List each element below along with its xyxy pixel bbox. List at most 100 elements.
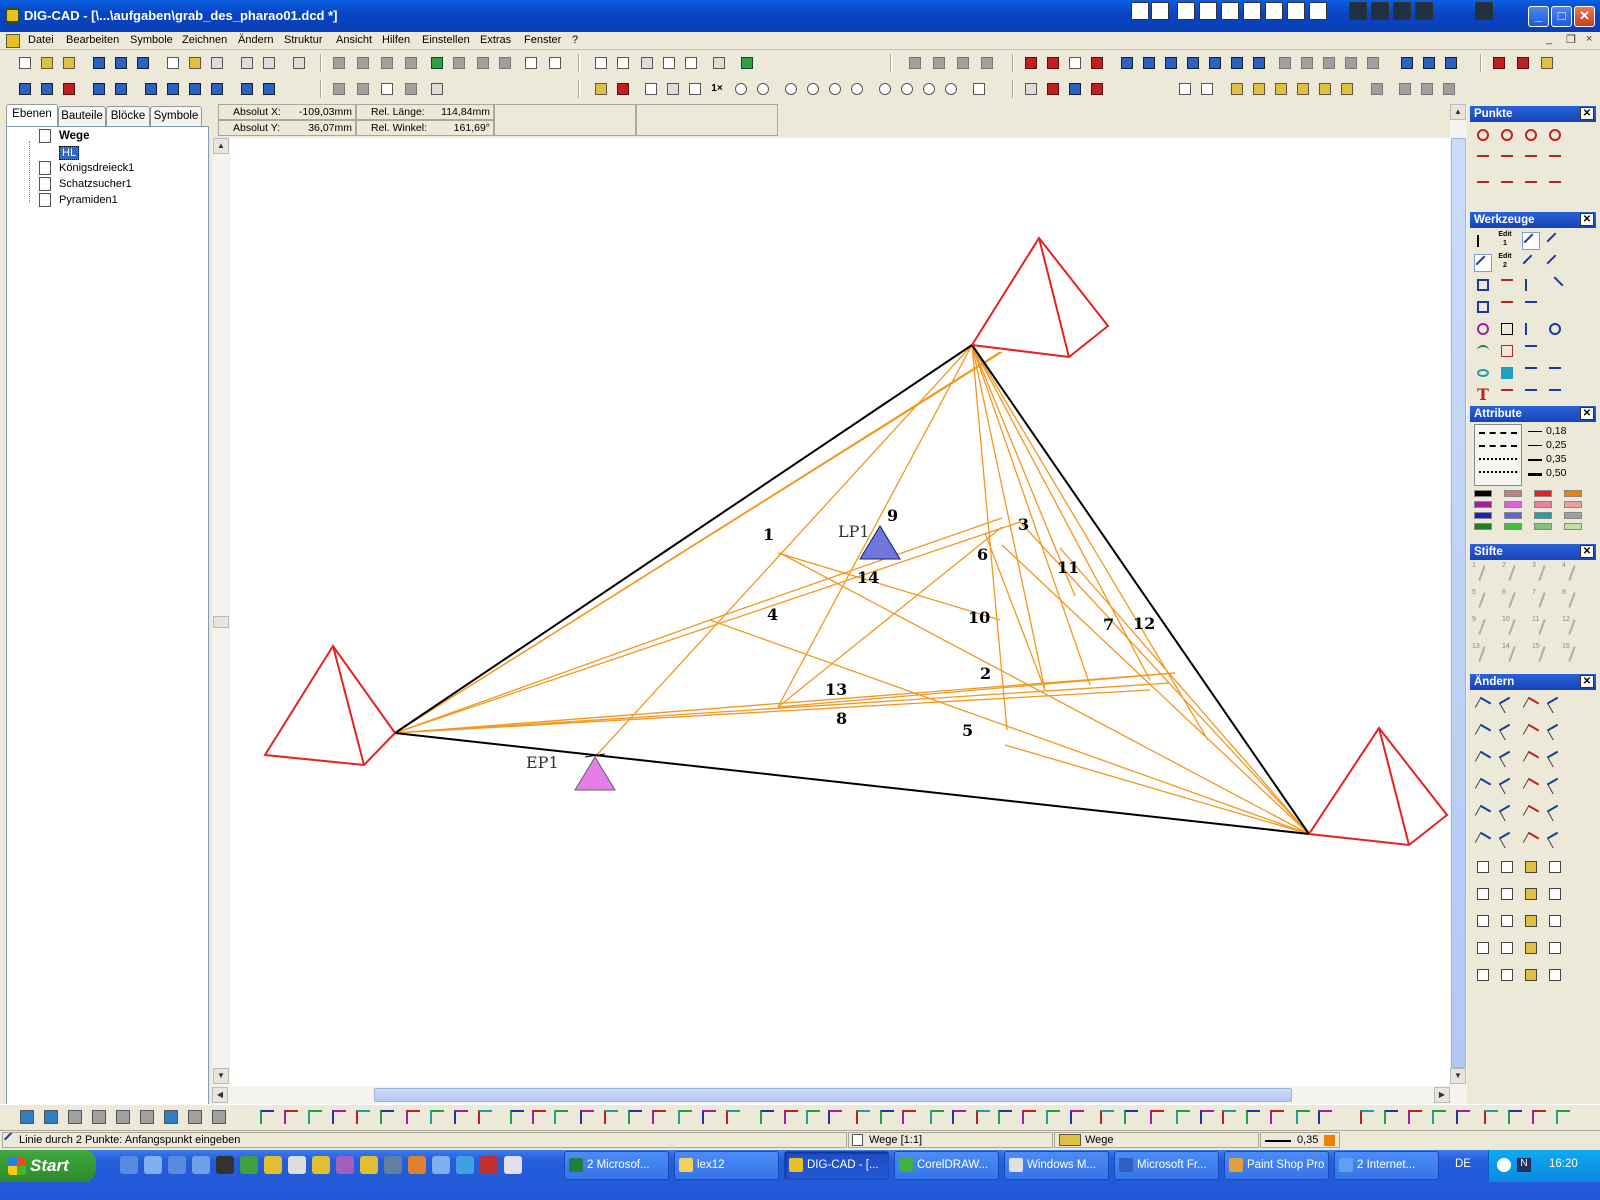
task-paint-shop-pro[interactable]: Paint Shop Pro — [1224, 1151, 1329, 1180]
tray-icon[interactable] — [1497, 1158, 1511, 1172]
cut-button[interactable] — [330, 54, 348, 72]
drawing-tool-icon[interactable] — [332, 1110, 346, 1124]
drawing-tool-icon[interactable] — [284, 1110, 298, 1124]
hatch-icon[interactable] — [930, 54, 948, 72]
drawing-tool-icon[interactable] — [976, 1110, 990, 1124]
layer-up-icon[interactable] — [16, 80, 34, 98]
arc-icon[interactable] — [1474, 342, 1492, 360]
zoom-window-icon[interactable] — [664, 80, 682, 98]
modify-tool-icon[interactable] — [1522, 885, 1540, 903]
cube-icon[interactable] — [1228, 80, 1246, 98]
crosshair-icon[interactable] — [592, 54, 610, 72]
clock[interactable]: 16:20 — [1549, 1158, 1578, 1170]
print-button[interactable] — [238, 54, 256, 72]
polyline-icon[interactable] — [1474, 276, 1492, 294]
zoom-4-icon[interactable] — [848, 80, 866, 98]
modify-tool-icon[interactable] — [1546, 858, 1564, 876]
task-frontpage[interactable]: Microsoft Fr... — [1114, 1151, 1219, 1180]
window-icon[interactable] — [1398, 54, 1416, 72]
pen-slot[interactable]: 16 — [1562, 643, 1588, 665]
minimize-button[interactable]: _ — [1528, 6, 1549, 27]
quicklaunch-icon[interactable] — [336, 1156, 354, 1174]
tab-symbole[interactable]: Symbole — [150, 106, 202, 126]
modify-tool-icon[interactable] — [1498, 966, 1516, 984]
save-all-button[interactable] — [134, 54, 152, 72]
ep1-marker[interactable]: EP1 — [526, 753, 616, 791]
mdi-restore-button[interactable]: ❐ — [1566, 33, 1576, 46]
dimension-tool-icon[interactable] — [1498, 342, 1516, 360]
grid-point-icon[interactable] — [1546, 152, 1564, 170]
quicklaunch-icon[interactable] — [408, 1156, 426, 1174]
circle-icon[interactable] — [1474, 320, 1492, 338]
3d-icon[interactable] — [1088, 54, 1106, 72]
endpoint-icon[interactable] — [1498, 152, 1516, 170]
tangent-icon[interactable] — [1522, 178, 1540, 196]
start-button[interactable]: Start — [0, 1150, 96, 1182]
hatch-icon[interactable] — [978, 54, 996, 72]
color-icon[interactable] — [1088, 80, 1106, 98]
pen-width-0-50[interactable]: 0,50 — [1546, 467, 1566, 479]
color-swatch[interactable] — [1534, 501, 1552, 508]
color-swatch[interactable] — [1504, 501, 1522, 508]
drawing-canvas[interactable]: LP1 EP1 1 2 3 4 5 6 7 8 9 10 11 12 13 14 — [230, 138, 1450, 1086]
close-icon[interactable]: ✕ — [1580, 545, 1594, 558]
color-swatch[interactable] — [1504, 512, 1522, 519]
properties-icon[interactable] — [1022, 80, 1040, 98]
color-swatch[interactable] — [1564, 490, 1582, 497]
drawing-tool-icon[interactable] — [998, 1110, 1012, 1124]
pen-width-list[interactable]: 0,18 0,25 0,35 0,50 — [1524, 424, 1594, 486]
help-icon[interactable] — [1490, 54, 1508, 72]
dimension-icon[interactable] — [1368, 80, 1386, 98]
status-layer[interactable]: Wege [1:1] — [848, 1132, 1053, 1148]
tree-item-hl[interactable]: HL — [59, 146, 80, 160]
layout-icon[interactable] — [1131, 2, 1149, 20]
zoom-1-icon[interactable] — [782, 80, 800, 98]
modify-tool-icon[interactable] — [1498, 696, 1516, 714]
modify-tool-icon[interactable] — [1498, 831, 1516, 849]
modify-tool-icon[interactable] — [1522, 777, 1540, 795]
task-internet-explorer[interactable]: 2 Internet... — [1334, 1151, 1439, 1180]
zoom-7-icon[interactable] — [920, 80, 938, 98]
menu-struktur[interactable]: Struktur — [282, 33, 325, 47]
relative-point-icon[interactable] — [1546, 178, 1564, 196]
pencil-check-icon[interactable] — [614, 80, 632, 98]
drawing-tool-icon[interactable] — [880, 1110, 894, 1124]
mail-icon[interactable] — [208, 54, 226, 72]
layer-down-icon[interactable] — [38, 80, 56, 98]
modify-tool-icon[interactable] — [1474, 804, 1492, 822]
tab-bloecke[interactable]: Blöcke — [106, 106, 150, 126]
line-angle-icon[interactable] — [1546, 254, 1564, 272]
modify-tool-icon[interactable] — [1546, 723, 1564, 741]
drawing-tool-icon[interactable] — [1384, 1110, 1398, 1124]
transform-icon[interactable] — [1118, 54, 1136, 72]
context-help-icon[interactable] — [1514, 54, 1532, 72]
line-tool-icon[interactable] — [1522, 232, 1541, 251]
arrow-left-icon[interactable] — [112, 80, 130, 98]
line-icon[interactable] — [1474, 254, 1493, 273]
midpoint-icon[interactable] — [1522, 152, 1540, 170]
pen-grid[interactable]: 1 2 3 4 5 6 7 8 9 10 11 12 13 14 15 16 — [1472, 562, 1594, 668]
zoom-3-icon[interactable] — [826, 80, 844, 98]
lp1-marker[interactable]: LP1 — [838, 522, 901, 560]
quicklaunch-icon[interactable] — [504, 1156, 522, 1174]
maximize-button[interactable]: □ — [1551, 6, 1572, 27]
zoom-all-icon[interactable] — [642, 80, 660, 98]
stack-icon[interactable] — [208, 80, 226, 98]
drawing-tool-icon[interactable] — [1222, 1110, 1236, 1124]
wizard-icon[interactable] — [738, 54, 756, 72]
drawing-tool-icon[interactable] — [1318, 1110, 1332, 1124]
angle-icon[interactable] — [660, 54, 678, 72]
close-icon[interactable]: ✕ — [1580, 675, 1594, 688]
cancel-button[interactable] — [474, 54, 492, 72]
drawing-tool-icon[interactable] — [580, 1110, 594, 1124]
close-icon[interactable]: ✕ — [1580, 213, 1594, 226]
intersection-icon[interactable] — [1474, 152, 1492, 170]
zoom-8-icon[interactable] — [942, 80, 960, 98]
3d-icon[interactable] — [1044, 54, 1062, 72]
ungroup-icon[interactable] — [402, 80, 420, 98]
cube-icon[interactable] — [1250, 80, 1268, 98]
cube-icon[interactable] — [92, 1110, 106, 1124]
drawing-svg[interactable]: LP1 EP1 1234567891011121314 — [230, 138, 1450, 1086]
dimension-icon[interactable] — [1418, 80, 1436, 98]
arrow-line-icon[interactable] — [1522, 342, 1540, 360]
